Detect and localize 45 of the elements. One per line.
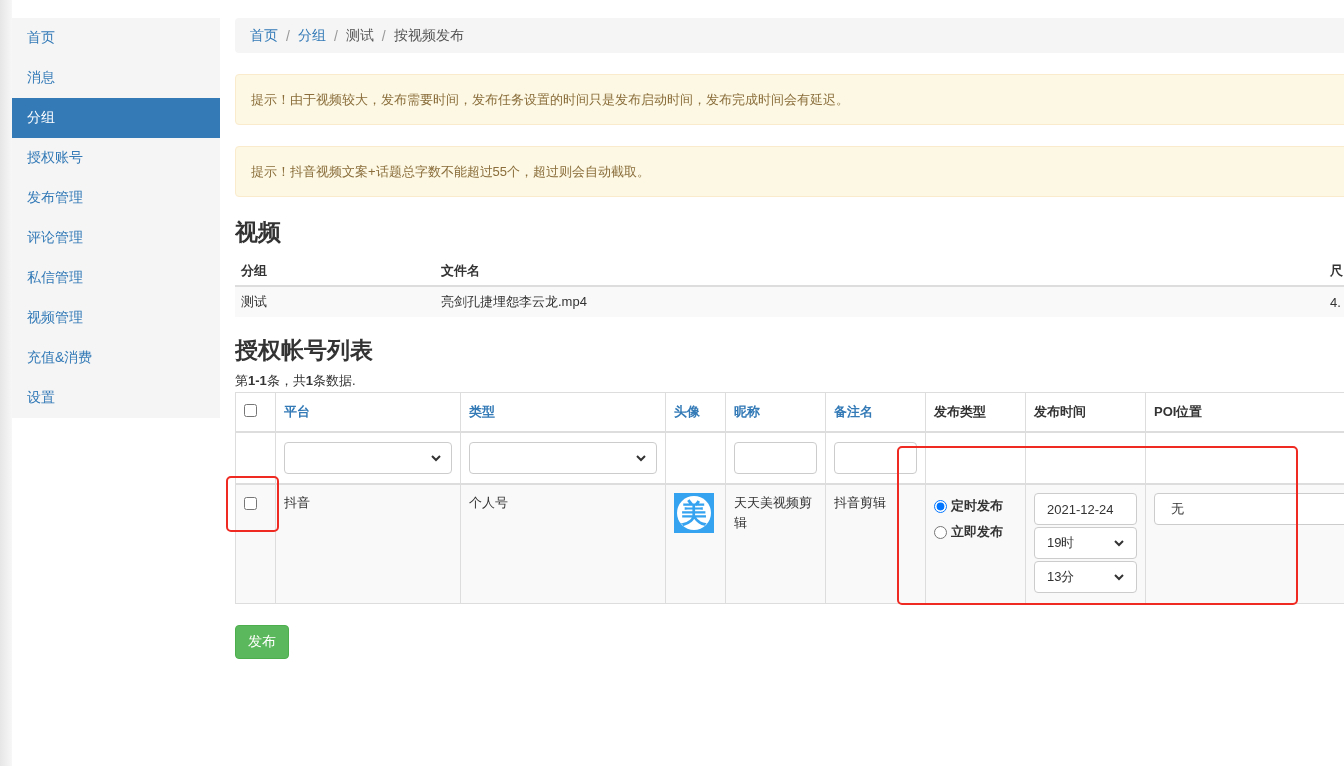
sortable-column-header[interactable]: 头像	[674, 404, 700, 419]
sidebar-item[interactable]: 授权账号	[12, 138, 220, 178]
breadcrumb-link[interactable]: 分组	[297, 26, 326, 45]
sortable-column-header[interactable]: 备注名	[834, 404, 873, 419]
avatar-letter: 美	[677, 496, 711, 530]
sidebar-item[interactable]: 视频管理	[12, 298, 220, 338]
breadcrumb-separator: /	[380, 27, 387, 44]
section-title: 视频	[235, 218, 282, 247]
sortable-column-header[interactable]: 平台	[284, 404, 310, 419]
sidebar-item[interactable]: 分组	[12, 98, 220, 138]
table-cell: 测试	[235, 287, 435, 317]
publish-button[interactable]: 发布	[235, 625, 289, 659]
column-header: 发布类型	[934, 404, 986, 419]
column-header: 发布时间	[1034, 404, 1086, 419]
section-title: 授权帐号列表	[235, 336, 374, 365]
sidebar-item[interactable]: 评论管理	[12, 218, 220, 258]
sidebar-item[interactable]: 设置	[12, 378, 220, 418]
table-cell: 4.	[1324, 287, 1344, 317]
breadcrumb-text: 测试	[345, 26, 374, 45]
publish-type-radio[interactable]: 立即发布	[934, 519, 1017, 545]
breadcrumb-separator: /	[332, 27, 339, 44]
sidebar-item[interactable]: 消息	[12, 58, 220, 98]
sidebar-item[interactable]: 私信管理	[12, 258, 220, 298]
table-cell: 抖音	[284, 495, 310, 510]
breadcrumb-separator: /	[285, 27, 291, 44]
minute-select[interactable]: 13分	[1034, 561, 1137, 593]
alert-message: 提示！由于视频较大，发布需要时间，发布任务设置的时间只是发布启动时间，发布完成时间会有延迟。	[235, 74, 1344, 125]
sortable-column-header[interactable]: 类型	[469, 404, 495, 419]
sidebar-item[interactable]: 充值&消费	[12, 338, 220, 378]
alert-message: 提示！抖音视频文案+话题总字数不能超过55个，超过则会自动截取。	[235, 146, 1344, 197]
date-field[interactable]: 2021-12-24	[1034, 493, 1137, 525]
table-cell: 个人号	[469, 495, 508, 510]
result-summary: 第1-1条，共1条数据.	[235, 372, 357, 390]
publish-type-radio[interactable]: 定时发布	[934, 493, 1017, 519]
table-cell: 抖音剪辑	[834, 495, 886, 510]
hour-select[interactable]: 19时	[1034, 527, 1137, 559]
sortable-column-header[interactable]: 昵称	[734, 404, 760, 419]
table-cell: 亮剑孔捷埋怨李云龙.mp4	[435, 287, 1324, 317]
column-header: POI位置	[1154, 404, 1203, 419]
poi-field[interactable]: 无	[1154, 493, 1344, 525]
breadcrumb-text: 按视频发布	[393, 26, 464, 45]
sidebar-item[interactable]: 发布管理	[12, 178, 220, 218]
table-cell: 天天美视频剪辑	[734, 495, 812, 530]
breadcrumb-link[interactable]: 首页	[250, 26, 278, 45]
sidebar-item[interactable]: 首页	[12, 18, 220, 58]
